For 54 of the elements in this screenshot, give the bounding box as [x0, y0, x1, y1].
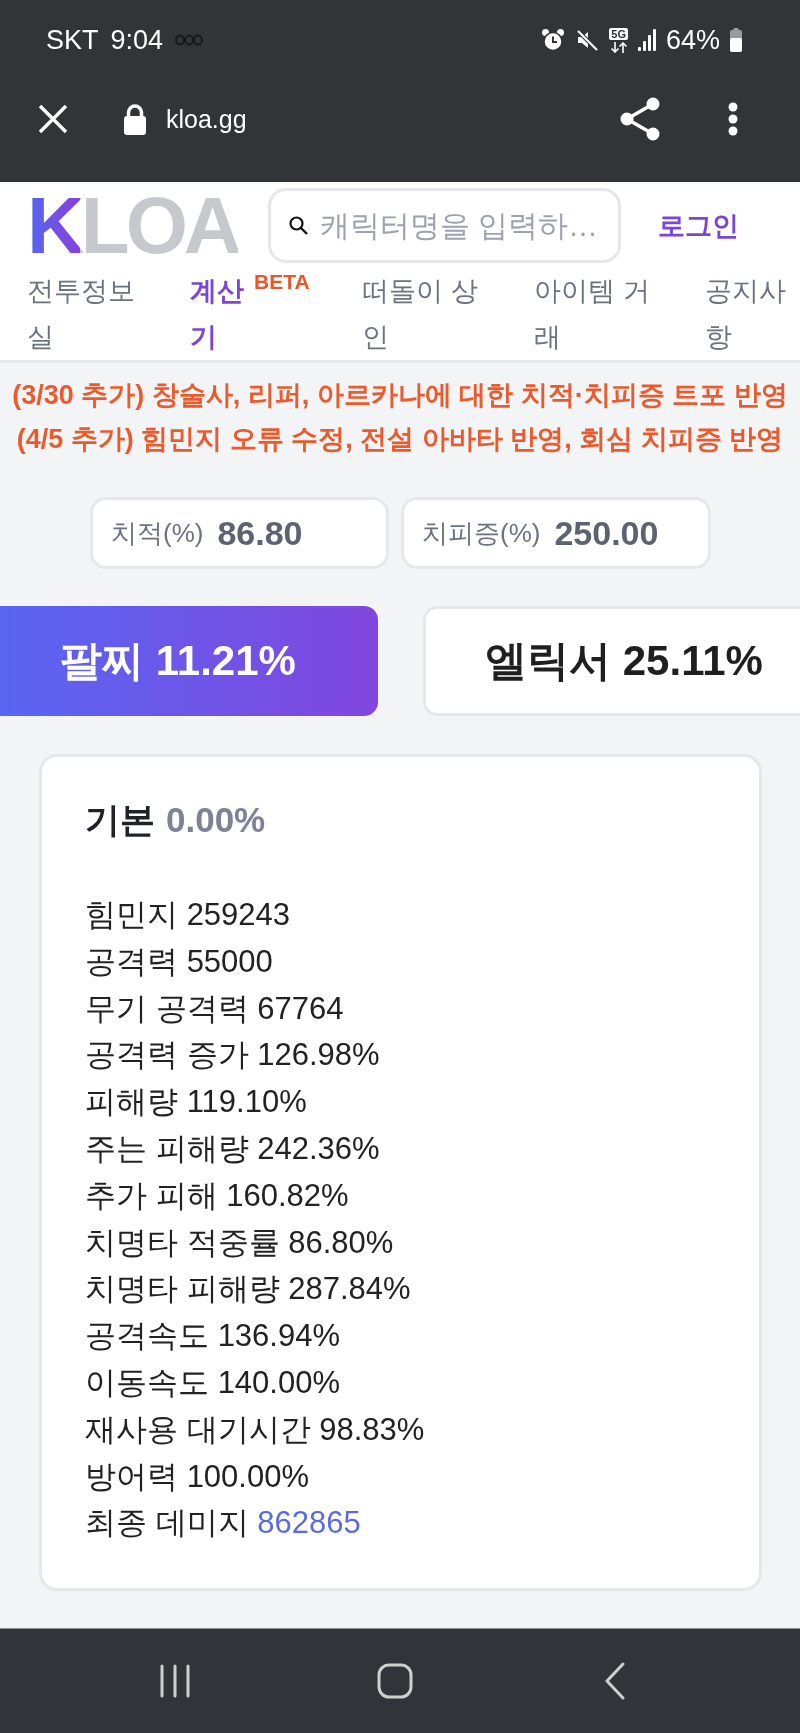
home-icon[interactable]: [377, 1663, 413, 1699]
alarm-clock-icon: [541, 28, 566, 52]
search-input[interactable]: 캐릭터명을 입력하…: [319, 208, 616, 243]
stat-line: 치명타 적중률 86.80%: [85, 1223, 394, 1262]
stat-line: 방어력 100.00%: [85, 1457, 309, 1496]
field-label: 치적(%): [111, 516, 204, 550]
nav-link[interactable]: 계산기: [190, 268, 250, 360]
final-damage-line: 최종 데미지 862865: [85, 1504, 361, 1543]
nav-link[interactable]: 떠돌이 상인: [362, 268, 484, 360]
share-icon[interactable]: [620, 97, 660, 141]
beta-label: BETA: [254, 270, 310, 294]
nav-link[interactable]: 공지사항: [705, 268, 800, 360]
stat-line: 공격력 증가 126.98%: [85, 1036, 380, 1075]
status-dots-icon: [175, 34, 204, 46]
stat-line: 재사용 대기시간 98.83%: [85, 1410, 425, 1449]
stat-line: 주는 피해량 242.36%: [85, 1130, 380, 1168]
card-title: 기본: [85, 799, 155, 841]
stat-line: 추가 피해 160.82%: [85, 1176, 349, 1215]
lock-icon: [123, 103, 147, 135]
tab[interactable]: 팔찌 11.21%: [0, 606, 378, 716]
search-icon: [288, 216, 308, 235]
value-input[interactable]: 250.00: [554, 513, 691, 553]
stat-line: 공격력 55000: [85, 942, 273, 981]
search-field[interactable]: 캐릭터명을 입력하…: [267, 188, 621, 263]
login-link[interactable]: 로그인: [657, 207, 739, 244]
stat-line: 피해량 119.10%: [85, 1083, 307, 1122]
nav-link[interactable]: 전투정보실: [27, 268, 149, 360]
stat-line: 공격속도 136.94%: [85, 1317, 340, 1356]
clock-time: 9:04: [110, 26, 164, 54]
value-input[interactable]: 86.80: [217, 513, 328, 553]
signal-icon: [637, 29, 656, 51]
tab[interactable]: 엘릭서 25.11%: [423, 606, 800, 716]
network-type-label: 5G: [609, 27, 628, 40]
mute-icon: [575, 28, 600, 52]
nav-link[interactable]: 아이템 거래: [534, 268, 656, 360]
stat-line: 치명타 피해량 287.84%: [85, 1270, 411, 1309]
base-percentage: 0.00%: [166, 799, 266, 841]
stat-line: 힘민지 259243: [85, 896, 291, 934]
stat-line: 이동속도 140.00%: [85, 1363, 340, 1402]
battery-icon: [730, 28, 742, 52]
update-notice: (4/5 추가) 힘민지 오류 수정, 전설 아바타 반영, 회심 치피증 반영: [16, 423, 784, 456]
stat-line: 무기 공격력 67764: [85, 989, 344, 1028]
close-icon[interactable]: [38, 104, 68, 134]
carrier-name: SKT: [46, 26, 99, 54]
back-icon[interactable]: [604, 1662, 626, 1700]
update-notice: (3/30 추가) 창술사, 리퍼, 아르카나에 대한 치적·치피증 트포 반영: [12, 379, 788, 412]
page-url: kloa.gg: [166, 104, 247, 134]
battery-percentage: 64%: [665, 26, 720, 54]
data-arrows-icon: [609, 41, 628, 53]
stat-field[interactable]: 치적(%) 86.80: [90, 497, 389, 569]
field-label: 치피증(%): [422, 516, 541, 550]
recent-apps-icon[interactable]: [160, 1664, 190, 1698]
more-options-icon[interactable]: [728, 102, 738, 136]
stat-field[interactable]: 치피증(%) 250.00: [401, 497, 711, 569]
